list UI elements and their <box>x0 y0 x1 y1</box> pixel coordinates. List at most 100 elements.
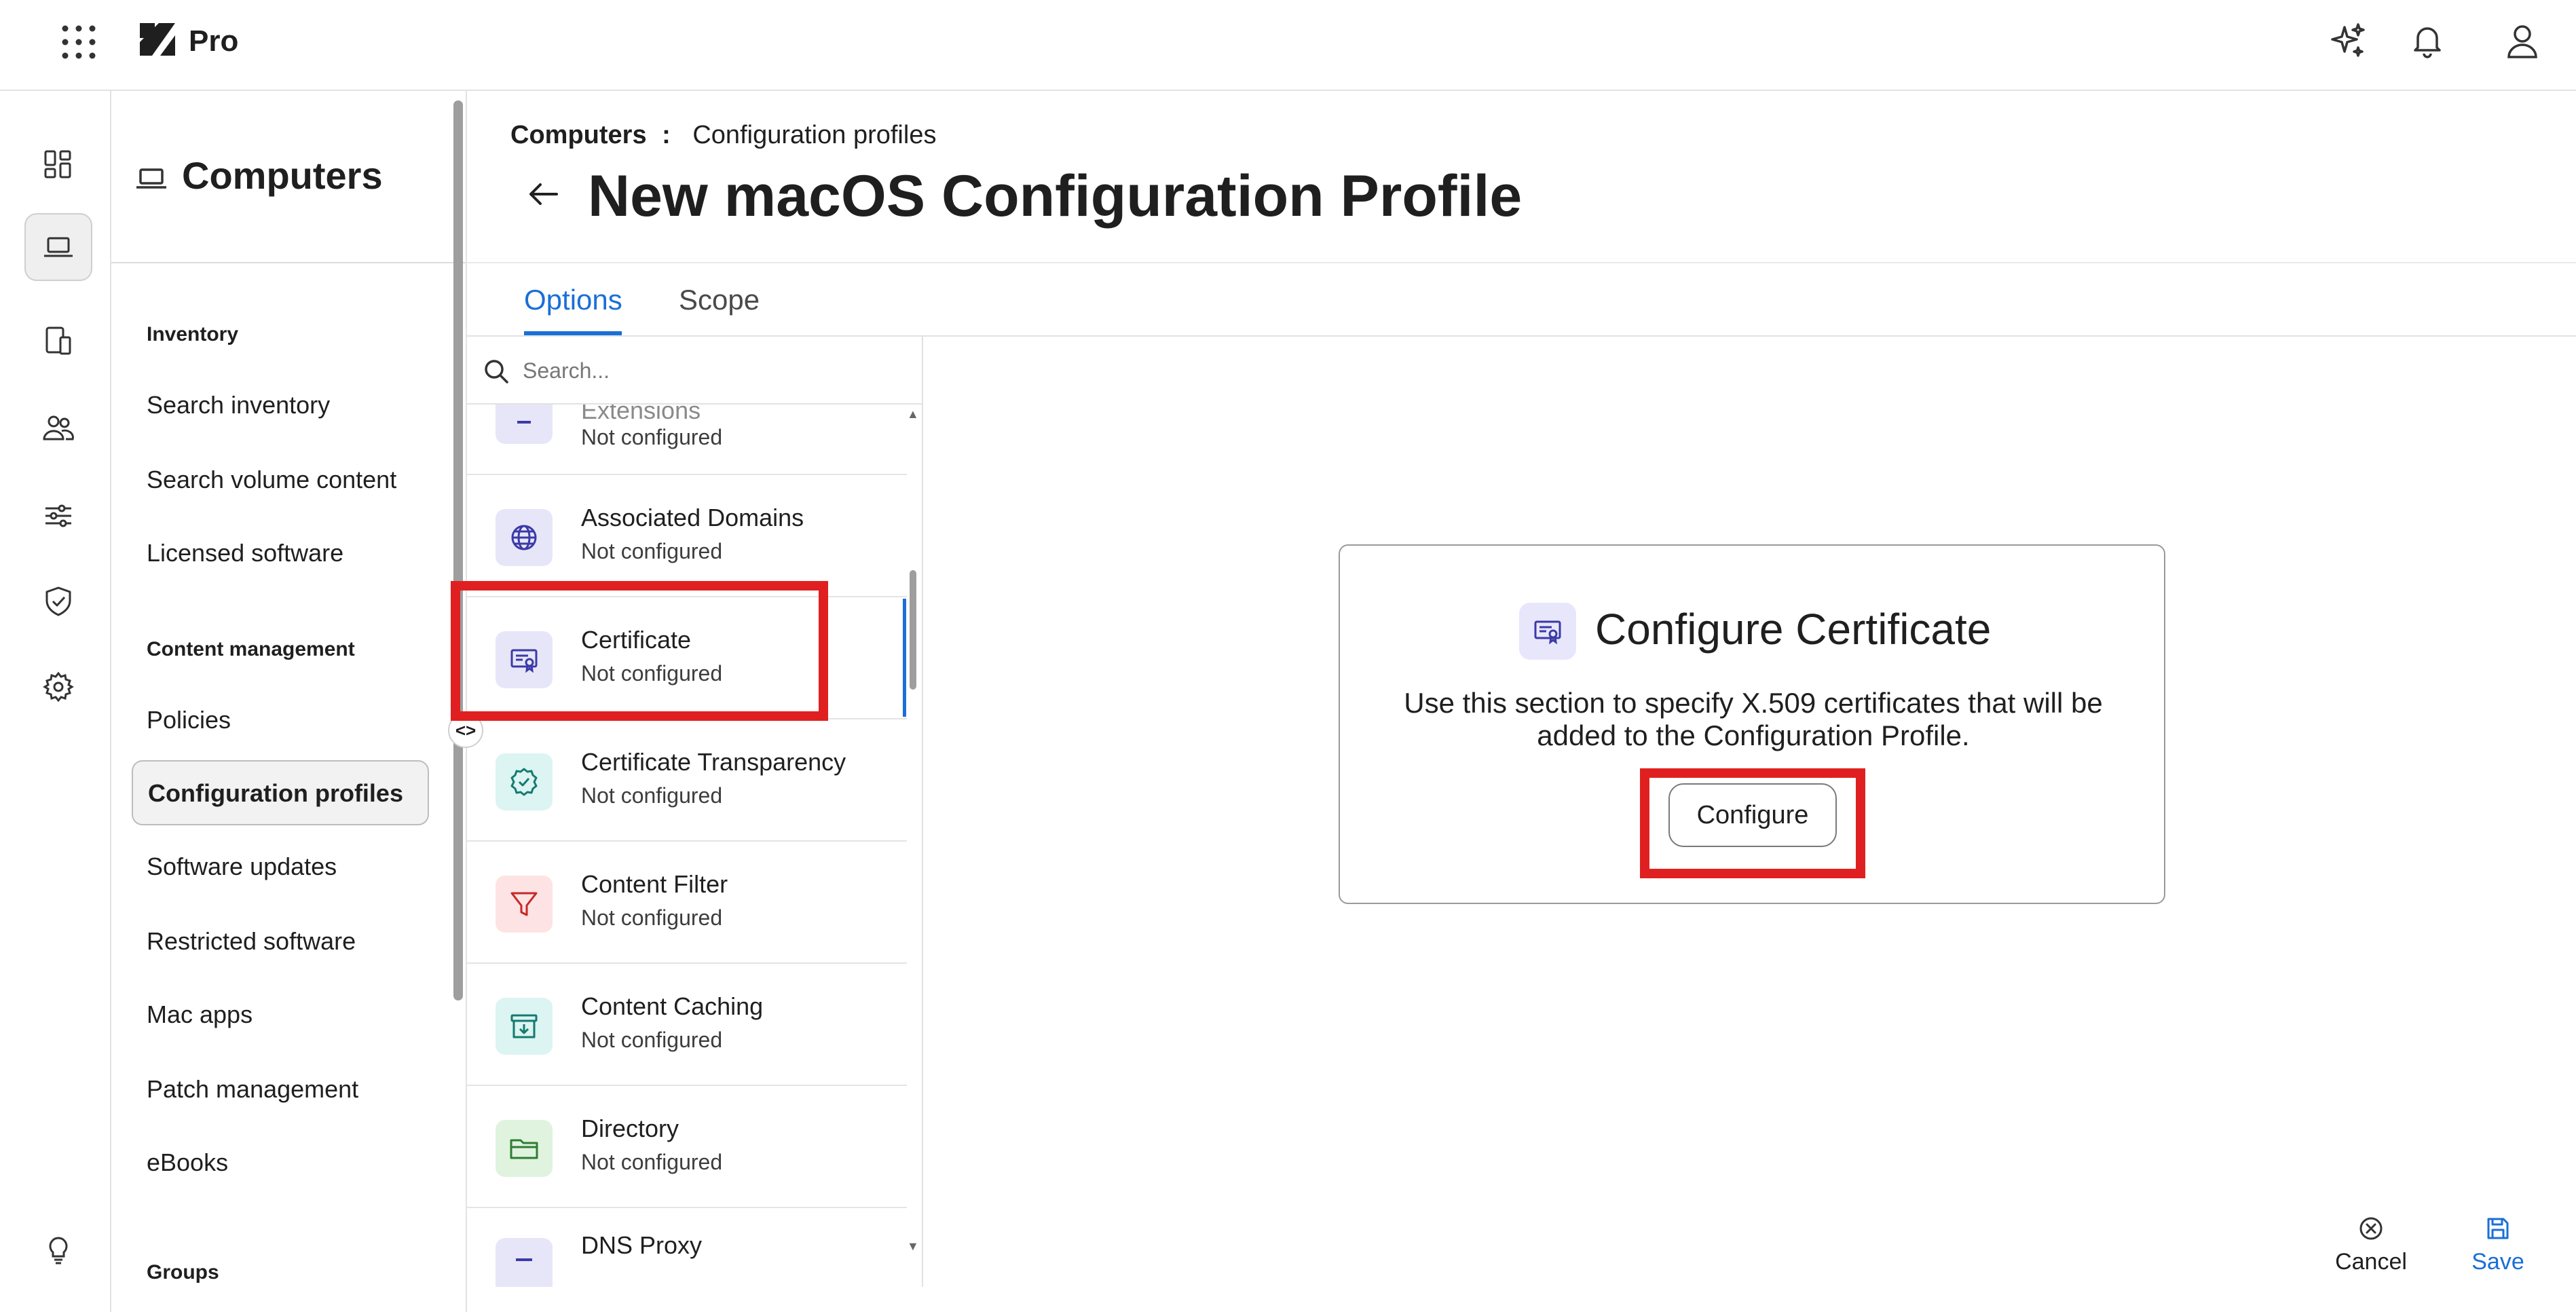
payload-name: Content Filter <box>581 870 728 898</box>
certificate-icon <box>1519 603 1576 660</box>
payload-status: Not configured <box>581 1028 723 1052</box>
nav-section-groups: Groups <box>147 1261 219 1283</box>
nav-item-search-volume-content[interactable]: Search volume content <box>147 466 396 494</box>
sparkle-icon[interactable] <box>2327 20 2368 61</box>
dashboard-icon <box>44 150 71 179</box>
logo-icon[interactable] <box>137 20 178 58</box>
rail-dashboard-button[interactable] <box>24 130 92 198</box>
breadcrumb-root[interactable]: Computers <box>510 121 647 149</box>
panel-description: Use this section to specify X.509 certif… <box>1404 687 2103 751</box>
nav-item-restricted-software[interactable]: Restricted software <box>147 927 356 956</box>
dns-proxy-icon <box>496 1238 553 1287</box>
devices-icon <box>45 326 71 355</box>
nav-section-inventory: Inventory <box>147 323 239 345</box>
subnav-title: Computers <box>182 154 383 197</box>
certificate-icon <box>496 631 553 688</box>
subnav-scrollbar[interactable] <box>453 100 463 1000</box>
payload-name: Associated Domains <box>581 504 804 531</box>
selected-item-indicator <box>903 599 906 717</box>
payload-status: Not configured <box>581 539 723 563</box>
list-scroll-up-icon[interactable]: ▲ <box>907 407 919 421</box>
brand-name: Pro <box>189 24 239 58</box>
save-button[interactable]: Save <box>2464 1215 2532 1275</box>
cancel-button[interactable]: Cancel <box>2328 1215 2414 1275</box>
save-label: Save <box>2471 1249 2524 1275</box>
sliders-icon <box>45 504 71 527</box>
payload-item-associated-domains[interactable]: Associated Domains Not configured <box>467 475 907 597</box>
configure-button[interactable]: Configure <box>1668 783 1837 847</box>
active-tab-indicator <box>524 331 622 335</box>
tab-bar: Options Scope <box>467 262 2576 337</box>
archive-download-icon <box>496 998 553 1055</box>
payload-status: Not configured <box>581 425 723 449</box>
folder-icon <box>496 1120 553 1177</box>
rail-users-button[interactable] <box>24 394 92 462</box>
payload-name: Certificate <box>581 626 692 654</box>
funnel-icon <box>496 876 553 933</box>
payload-status: Not configured <box>581 661 723 686</box>
lightbulb-icon <box>49 1237 68 1264</box>
rail-gear-button[interactable] <box>24 653 92 721</box>
nav-item-software-updates[interactable]: Software updates <box>147 852 337 881</box>
rail-devices-button[interactable] <box>24 307 92 375</box>
rail-settings-sliders-button[interactable] <box>24 482 92 550</box>
subnav-header: Computers <box>111 91 466 263</box>
left-rail <box>0 91 111 1312</box>
payload-list-scrollbar[interactable] <box>910 570 916 690</box>
laptop-icon <box>134 162 168 195</box>
breadcrumb-current: Configuration profiles <box>692 121 937 149</box>
computers-nav: Computers Inventory Search inventory Sea… <box>111 91 467 1312</box>
search-input[interactable] <box>521 353 901 388</box>
nav-item-configuration-profiles[interactable]: Configuration profiles <box>132 760 429 825</box>
payload-name: Directory <box>581 1114 679 1142</box>
payload-status: Not configured <box>581 1150 723 1174</box>
payload-name: DNS Proxy <box>581 1231 703 1259</box>
configure-certificate-card: Configure Certificate Use this section t… <box>1339 544 2165 904</box>
nav-item-search-inventory[interactable]: Search inventory <box>147 391 330 419</box>
globe-icon <box>496 509 553 566</box>
list-scroll-down-icon[interactable]: ▼ <box>907 1239 919 1254</box>
nav-item-mac-apps[interactable]: Mac apps <box>147 1000 253 1029</box>
payload-item-content-caching[interactable]: Content Caching Not configured <box>467 964 907 1086</box>
breadcrumb: Computers : Configuration profiles <box>510 121 936 150</box>
rail-tips-button[interactable] <box>24 1215 92 1283</box>
gear-icon <box>43 671 74 702</box>
payload-item-directory[interactable]: Directory Not configured <box>467 1086 907 1208</box>
search-icon <box>482 357 510 386</box>
breadcrumb-separator: : <box>662 121 671 149</box>
nav-item-ebooks[interactable]: eBooks <box>147 1148 228 1177</box>
bell-icon[interactable] <box>2407 20 2448 61</box>
payload-status: Not configured <box>581 783 723 808</box>
nav-section-content-management: Content management <box>147 638 355 660</box>
payload-item-certificate[interactable]: Certificate Not configured <box>467 597 907 719</box>
users-icon <box>43 415 74 441</box>
rail-computers-button[interactable] <box>24 213 92 281</box>
rail-security-button[interactable] <box>24 567 92 635</box>
payload-status: Not configured <box>581 905 723 930</box>
badge-check-icon <box>496 753 553 810</box>
back-arrow-icon[interactable] <box>524 178 562 210</box>
cancel-circle-icon <box>2359 1217 2383 1240</box>
save-disk-icon <box>2487 1218 2509 1239</box>
panel-title: Configure Certificate <box>1595 605 1992 654</box>
payload-item-dns-proxy[interactable]: DNS Proxy <box>467 1208 907 1287</box>
payload-search <box>467 337 922 405</box>
laptop-icon <box>44 237 73 257</box>
payload-list: Extensions Not configured Associated Dom… <box>467 337 923 1287</box>
page-title: New macOS Configuration Profile <box>588 164 1523 229</box>
top-bar: Pro <box>0 0 2576 91</box>
payload-item-content-filter[interactable]: Content Filter Not configured <box>467 842 907 964</box>
payload-item-certificate-transparency[interactable]: Certificate Transparency Not configured <box>467 719 907 842</box>
tab-options[interactable]: Options <box>524 284 622 316</box>
tab-scope[interactable]: Scope <box>679 284 760 316</box>
payload-name: Certificate Transparency <box>581 748 846 776</box>
payload-name: Content Caching <box>581 992 764 1020</box>
nav-item-policies[interactable]: Policies <box>147 706 231 734</box>
nav-item-patch-management[interactable]: Patch management <box>147 1075 358 1104</box>
cancel-label: Cancel <box>2335 1249 2407 1275</box>
payload-item-extensions[interactable]: Extensions Not configured <box>467 387 907 475</box>
shield-check-icon <box>45 586 71 616</box>
nav-item-licensed-software[interactable]: Licensed software <box>147 539 343 567</box>
user-icon[interactable] <box>2502 20 2543 61</box>
apps-grid-icon[interactable] <box>60 23 98 61</box>
